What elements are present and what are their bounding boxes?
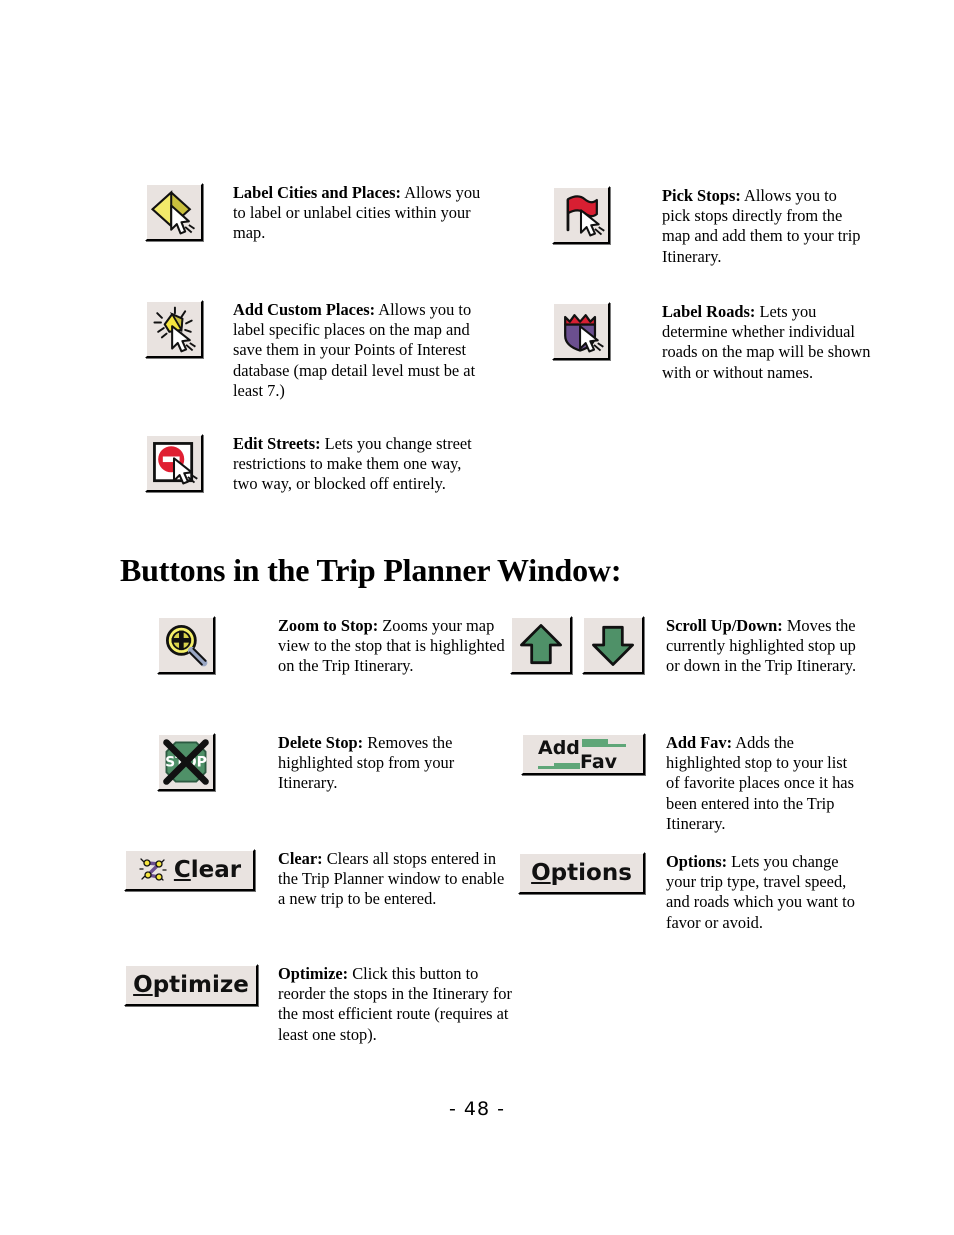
magnifier-plus-icon	[159, 618, 213, 672]
clear-button-label: Clear	[173, 857, 242, 883]
svg-text:Fav: Fav	[580, 751, 618, 773]
entry-text: Add Fav: Adds the highlighted stop to yo…	[666, 733, 863, 834]
optimize-button-label: Optimize	[133, 972, 249, 998]
label-roads-button[interactable]	[552, 302, 610, 360]
entry-optimize: Optimize Optimize: Click this button to …	[124, 964, 514, 1045]
do-not-enter-cursor-icon	[147, 436, 201, 490]
optimize-button[interactable]: Optimize	[124, 964, 258, 1006]
entry-clear: Clear Clear: Clears all stops entered in…	[124, 849, 514, 910]
stop-sign-crossed-out-icon: STOP	[159, 735, 213, 789]
icon-cell	[145, 434, 233, 492]
icon-cell: Options	[518, 852, 666, 894]
icon-cell	[510, 616, 666, 674]
add-fav-button[interactable]: Add Fav	[521, 733, 645, 775]
icon-cell: STOP	[157, 733, 278, 791]
scroll-up-button[interactable]	[510, 616, 572, 674]
entry-term: Scroll Up/Down:	[666, 616, 783, 635]
entry-term: Delete Stop:	[278, 733, 364, 752]
icon-cell	[145, 300, 233, 358]
entry-scroll-up-down: Scroll Up/Down: Moves the currently high…	[510, 616, 862, 677]
icon-cell: Optimize	[124, 964, 278, 1006]
entry-label-roads: Label Roads: Lets you determine whether …	[552, 302, 872, 383]
svg-text:Add: Add	[538, 737, 580, 759]
entry-text: Optimize: Click this button to reorder t…	[278, 964, 514, 1045]
entry-add-custom-places: Add Custom Places: Allows you to label s…	[145, 300, 485, 401]
icon-cell	[157, 616, 278, 674]
options-button-label: Options	[531, 860, 632, 886]
entry-options: Options Options: Lets you change your tr…	[518, 852, 863, 933]
entry-term: Add Custom Places:	[233, 300, 376, 319]
entry-edit-streets: Edit Streets: Lets you change street res…	[145, 434, 485, 495]
zoom-to-stop-button[interactable]	[157, 616, 215, 674]
entry-term: Optimize:	[278, 964, 349, 983]
entry-term: Label Cities and Places:	[233, 183, 401, 202]
icon-cell	[552, 302, 662, 360]
entry-delete-stop: STOP Delete Stop: Removes the highlighte…	[157, 733, 507, 794]
diamond-cursor-icon	[147, 185, 201, 239]
entry-text: Pick Stops: Allows you to pick stops dir…	[662, 186, 862, 267]
entry-text: Label Roads: Lets you determine whether …	[662, 302, 872, 383]
entry-term: Zoom to Stop:	[278, 616, 379, 635]
label-cities-and-places-button[interactable]	[145, 183, 203, 241]
entry-term: Label Roads:	[662, 302, 756, 321]
sparkle-star-cursor-icon	[147, 302, 201, 356]
entry-label-cities-and-places: Label Cities and Places: Allows you to l…	[145, 183, 485, 244]
entry-term: Clear:	[278, 849, 323, 868]
document-page: Label Cities and Places: Allows you to l…	[0, 0, 954, 1235]
scroll-down-button[interactable]	[582, 616, 644, 674]
entry-add-fav: Add Fav Add Fav: Adds the highlighted st…	[521, 733, 863, 834]
entry-text: Clear: Clears all stops entered in the T…	[278, 849, 514, 910]
add-fav-icon: Add Fav	[538, 737, 626, 773]
entry-term: Options:	[666, 852, 728, 871]
options-button[interactable]: Options	[518, 852, 645, 894]
icon-cell: Clear	[124, 849, 278, 891]
road-shield-cursor-icon	[554, 304, 608, 358]
entry-text: Add Custom Places: Allows you to label s…	[233, 300, 485, 401]
icon-cell	[145, 183, 233, 241]
icon-cell: Add Fav	[521, 733, 666, 775]
clear-button[interactable]: Clear	[124, 849, 255, 891]
green-arrow-up-icon	[512, 618, 570, 672]
scroll-arrow-pair	[510, 616, 644, 674]
icon-cell	[552, 186, 662, 244]
entry-text: Zoom to Stop: Zooms your map view to the…	[278, 616, 507, 677]
entry-text: Delete Stop: Removes the highlighted sto…	[278, 733, 507, 794]
entry-pick-stops: Pick Stops: Allows you to pick stops dir…	[552, 186, 862, 267]
entry-term: Edit Streets:	[233, 434, 321, 453]
section-heading: Buttons in the Trip Planner Window:	[120, 552, 622, 588]
edit-streets-button[interactable]	[145, 434, 203, 492]
entry-zoom-to-stop: Zoom to Stop: Zooms your map view to the…	[157, 616, 507, 677]
entry-text: Edit Streets: Lets you change street res…	[233, 434, 485, 495]
delete-stop-button[interactable]: STOP	[157, 733, 215, 791]
red-flag-cursor-icon	[554, 188, 608, 242]
entry-term: Pick Stops:	[662, 186, 741, 205]
entry-text: Options: Lets you change your trip type,…	[666, 852, 863, 933]
entry-text: Label Cities and Places: Allows you to l…	[233, 183, 485, 244]
page-number: - 48 -	[449, 1098, 505, 1120]
entry-term: Add Fav:	[666, 733, 733, 752]
add-custom-places-button[interactable]	[145, 300, 203, 358]
green-arrow-down-icon	[584, 618, 642, 672]
route-zigzag-icon	[139, 858, 167, 881]
pick-stops-button[interactable]	[552, 186, 610, 244]
entry-text: Scroll Up/Down: Moves the currently high…	[666, 616, 862, 677]
